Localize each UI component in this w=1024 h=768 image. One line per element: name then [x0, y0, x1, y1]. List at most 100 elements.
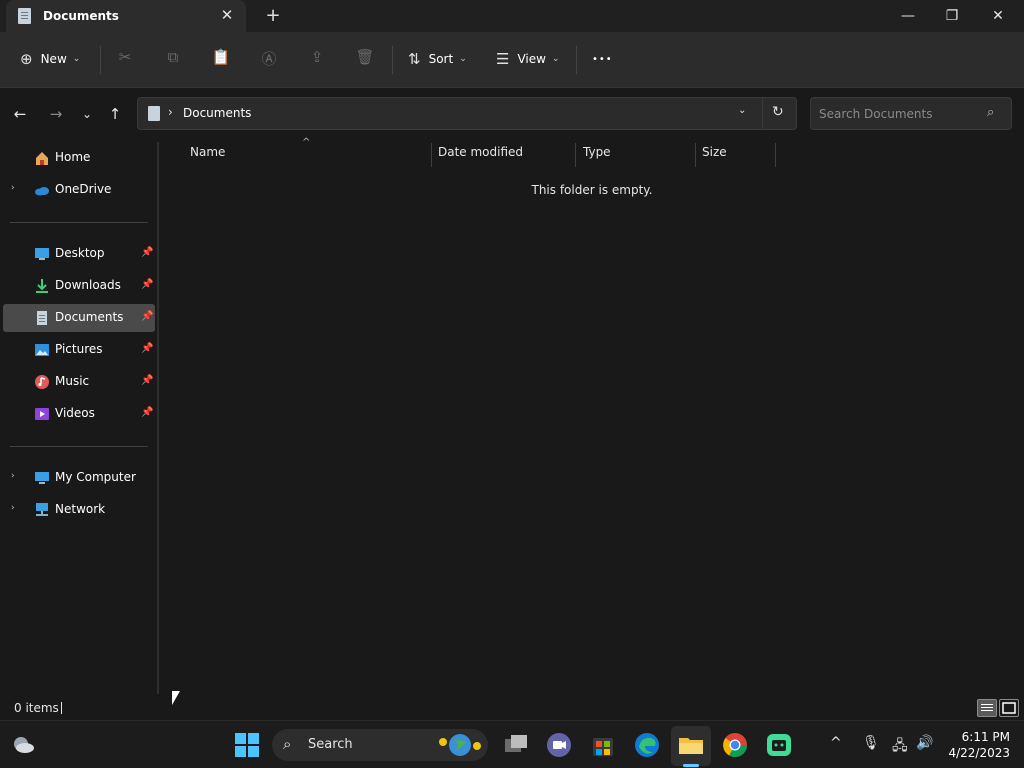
- view-button[interactable]: ☰ View ⌄: [496, 44, 559, 74]
- pin-icon[interactable]: 📌: [141, 407, 153, 418]
- pin-icon[interactable]: 📌: [141, 343, 153, 354]
- address-bar[interactable]: › Documents ⌄ ↻: [137, 97, 797, 130]
- document-icon: [18, 8, 31, 24]
- view-label: View: [517, 52, 546, 66]
- volume-icon[interactable]: 🔊: [916, 735, 933, 751]
- column-divider[interactable]: [575, 143, 576, 167]
- running-indicator: [683, 764, 699, 767]
- clock[interactable]: 6:11 PM 4/22/2023: [946, 729, 1010, 761]
- breadcrumb-chevron-icon[interactable]: ›: [168, 105, 173, 119]
- sidebar-item-label: Documents: [55, 310, 124, 324]
- column-header-type[interactable]: Type: [583, 145, 611, 167]
- teams-chat-icon[interactable]: [545, 731, 573, 759]
- sidebar-item-videos[interactable]: Videos 📌: [3, 400, 155, 428]
- sidebar-item-label: Pictures: [55, 342, 103, 356]
- pin-icon[interactable]: 📌: [141, 375, 153, 386]
- paste-icon[interactable]: 📋: [210, 48, 232, 70]
- search-input[interactable]: [819, 105, 979, 123]
- search-highlight-icon: [439, 734, 481, 756]
- sidebar-divider: [10, 446, 148, 447]
- toolbar-divider: [100, 46, 101, 74]
- new-button[interactable]: ⊕ New ⌄: [20, 44, 80, 74]
- sidebar-item-label: Network: [55, 502, 106, 516]
- start-button[interactable]: [233, 731, 261, 759]
- details-view-button[interactable]: [977, 699, 997, 717]
- sidebar-item-label: My Computer: [55, 470, 136, 484]
- column-header-name[interactable]: Name: [190, 145, 225, 167]
- sidebar-item-label: OneDrive: [55, 182, 112, 196]
- pin-icon[interactable]: 📌: [141, 279, 153, 290]
- address-dropdown-icon[interactable]: ⌄: [738, 105, 746, 116]
- sidebar-item-label: Videos: [55, 406, 95, 420]
- computer-icon: [35, 472, 49, 484]
- pin-icon[interactable]: 📌: [141, 247, 153, 258]
- sidebar-item-desktop[interactable]: Desktop 📌: [3, 240, 155, 268]
- expand-chevron-icon[interactable]: ›: [11, 503, 15, 513]
- cut-icon[interactable]: ✂: [114, 48, 136, 70]
- sidebar-item-home[interactable]: Home: [3, 144, 155, 172]
- desktop-icon: [35, 248, 49, 260]
- column-divider[interactable]: [775, 143, 776, 167]
- show-hidden-icons-button[interactable]: ^: [830, 735, 842, 751]
- tab-close-icon[interactable]: ✕: [219, 7, 235, 23]
- recent-locations-button[interactable]: ⌄: [76, 103, 98, 125]
- refresh-icon[interactable]: ↻: [772, 104, 784, 120]
- up-button[interactable]: ↑: [104, 103, 126, 125]
- copy-icon[interactable]: ⧉: [162, 48, 184, 70]
- sidebar-item-documents[interactable]: Documents 📌: [3, 304, 155, 332]
- breadcrumb-documents[interactable]: Documents: [183, 106, 251, 120]
- column-header-size[interactable]: Size: [702, 145, 727, 167]
- file-explorer-icon[interactable]: [677, 731, 705, 759]
- sort-button[interactable]: ⇅ Sort ⌄: [408, 44, 467, 74]
- close-window-button[interactable]: ✕: [978, 2, 1018, 30]
- column-header-date-modified[interactable]: Date modified: [438, 145, 523, 167]
- more-options-button[interactable]: •••: [592, 44, 613, 74]
- edge-browser-icon[interactable]: [633, 731, 661, 759]
- title-bar: Documents ✕ + — ❐ ✕: [0, 0, 1024, 32]
- large-icons-view-button[interactable]: [999, 699, 1019, 717]
- rename-icon[interactable]: Ⓐ: [258, 48, 280, 70]
- clock-time: 6:11 PM: [961, 730, 1010, 744]
- pictures-icon: [35, 344, 49, 356]
- app-icon[interactable]: [765, 731, 793, 759]
- tiles-view-icon: [1002, 702, 1016, 714]
- tab-documents[interactable]: Documents ✕: [6, 0, 246, 32]
- sidebar-item-onedrive[interactable]: › OneDrive: [3, 176, 155, 204]
- minimize-button[interactable]: —: [888, 2, 928, 30]
- sidebar-item-network[interactable]: › Network: [3, 496, 155, 524]
- search-icon[interactable]: ⌕: [987, 105, 994, 120]
- sidebar-divider: [10, 222, 148, 223]
- sidebar-item-my-computer[interactable]: › My Computer: [3, 464, 155, 492]
- delete-icon[interactable]: 🗑: [354, 48, 376, 70]
- taskbar-search-box[interactable]: ⌕ Search: [272, 729, 488, 761]
- sidebar-scrollbar[interactable]: [157, 142, 159, 694]
- new-tab-button[interactable]: +: [262, 5, 284, 27]
- sort-icon: ⇅: [408, 50, 421, 68]
- sidebar-item-downloads[interactable]: Downloads 📌: [3, 272, 155, 300]
- new-label: New: [40, 52, 67, 66]
- microsoft-store-icon[interactable]: [589, 731, 617, 759]
- sidebar-item-music[interactable]: Music 📌: [3, 368, 155, 396]
- network-status-icon[interactable]: 🖧: [892, 735, 908, 759]
- forward-button[interactable]: →: [45, 103, 67, 125]
- address-divider: [762, 98, 763, 129]
- microphone-icon[interactable]: 🎙: [862, 735, 880, 751]
- weather-icon[interactable]: [9, 731, 37, 759]
- chrome-browser-icon[interactable]: [721, 731, 749, 759]
- back-button[interactable]: ←: [9, 103, 31, 125]
- expand-chevron-icon[interactable]: ›: [11, 471, 15, 481]
- command-bar: ⊕ New ⌄ ✂ ⧉ 📋 Ⓐ ⇪ 🗑 ⇅ Sort ⌄ ☰ View ⌄ ••…: [0, 32, 1024, 88]
- maximize-button[interactable]: ❐: [932, 2, 972, 30]
- sidebar-item-label: Music: [55, 374, 90, 388]
- share-icon[interactable]: ⇪: [306, 48, 328, 70]
- chevron-down-icon: ⌄: [72, 54, 81, 64]
- search-box[interactable]: ⌕: [810, 97, 1012, 130]
- column-divider[interactable]: [695, 143, 696, 167]
- task-view-icon[interactable]: [502, 731, 530, 759]
- column-divider[interactable]: [431, 143, 432, 167]
- download-icon: [36, 279, 48, 293]
- network-icon: [36, 503, 48, 516]
- expand-chevron-icon[interactable]: ›: [11, 183, 15, 193]
- pin-icon[interactable]: 📌: [141, 311, 153, 322]
- sidebar-item-pictures[interactable]: Pictures 📌: [3, 336, 155, 364]
